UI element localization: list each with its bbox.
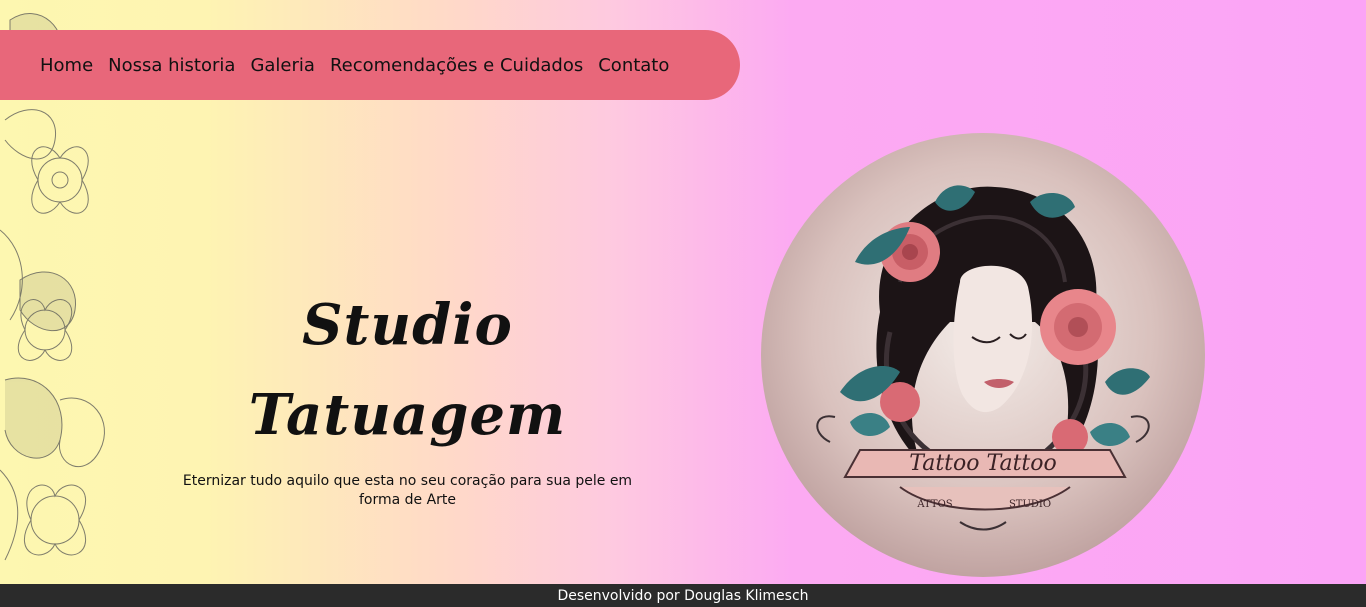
footer: Desenvolvido por Douglas Klimesch [0,584,1366,607]
footer-credit: Desenvolvido por Douglas Klimesch [557,587,809,604]
nav-link-contato[interactable]: Contato [598,55,669,76]
nav-link-nossa-historia[interactable]: Nossa historia [108,55,235,76]
logo-banner-text: Tattoo Tattoo [909,451,1057,476]
logo-illustration: Tattoo Tattoo ATTOS STUDIO [761,133,1205,577]
nav-link-recomendacoes[interactable]: Recomendações e Cuidados [330,55,583,76]
nav-link-home[interactable]: Home [40,55,93,76]
page: Home Nossa historia Galeria Recomendaçõe… [0,0,1366,607]
logo-lower-text-right: STUDIO [1009,499,1051,510]
hero-subtitle: Eternizar tudo aquilo que esta no seu co… [182,473,633,508]
hero-title: Studio Tatuagem [248,292,567,448]
logo-lower-text-left: ATTOS [916,499,952,510]
studio-logo: Tattoo Tattoo ATTOS STUDIO [760,132,1206,578]
nav-link-galeria[interactable]: Galeria [250,55,315,76]
hero-section: Studio Tatuagem Eternizar tudo aquilo qu… [160,280,655,510]
main-nav: Home Nossa historia Galeria Recomendaçõe… [0,30,740,100]
